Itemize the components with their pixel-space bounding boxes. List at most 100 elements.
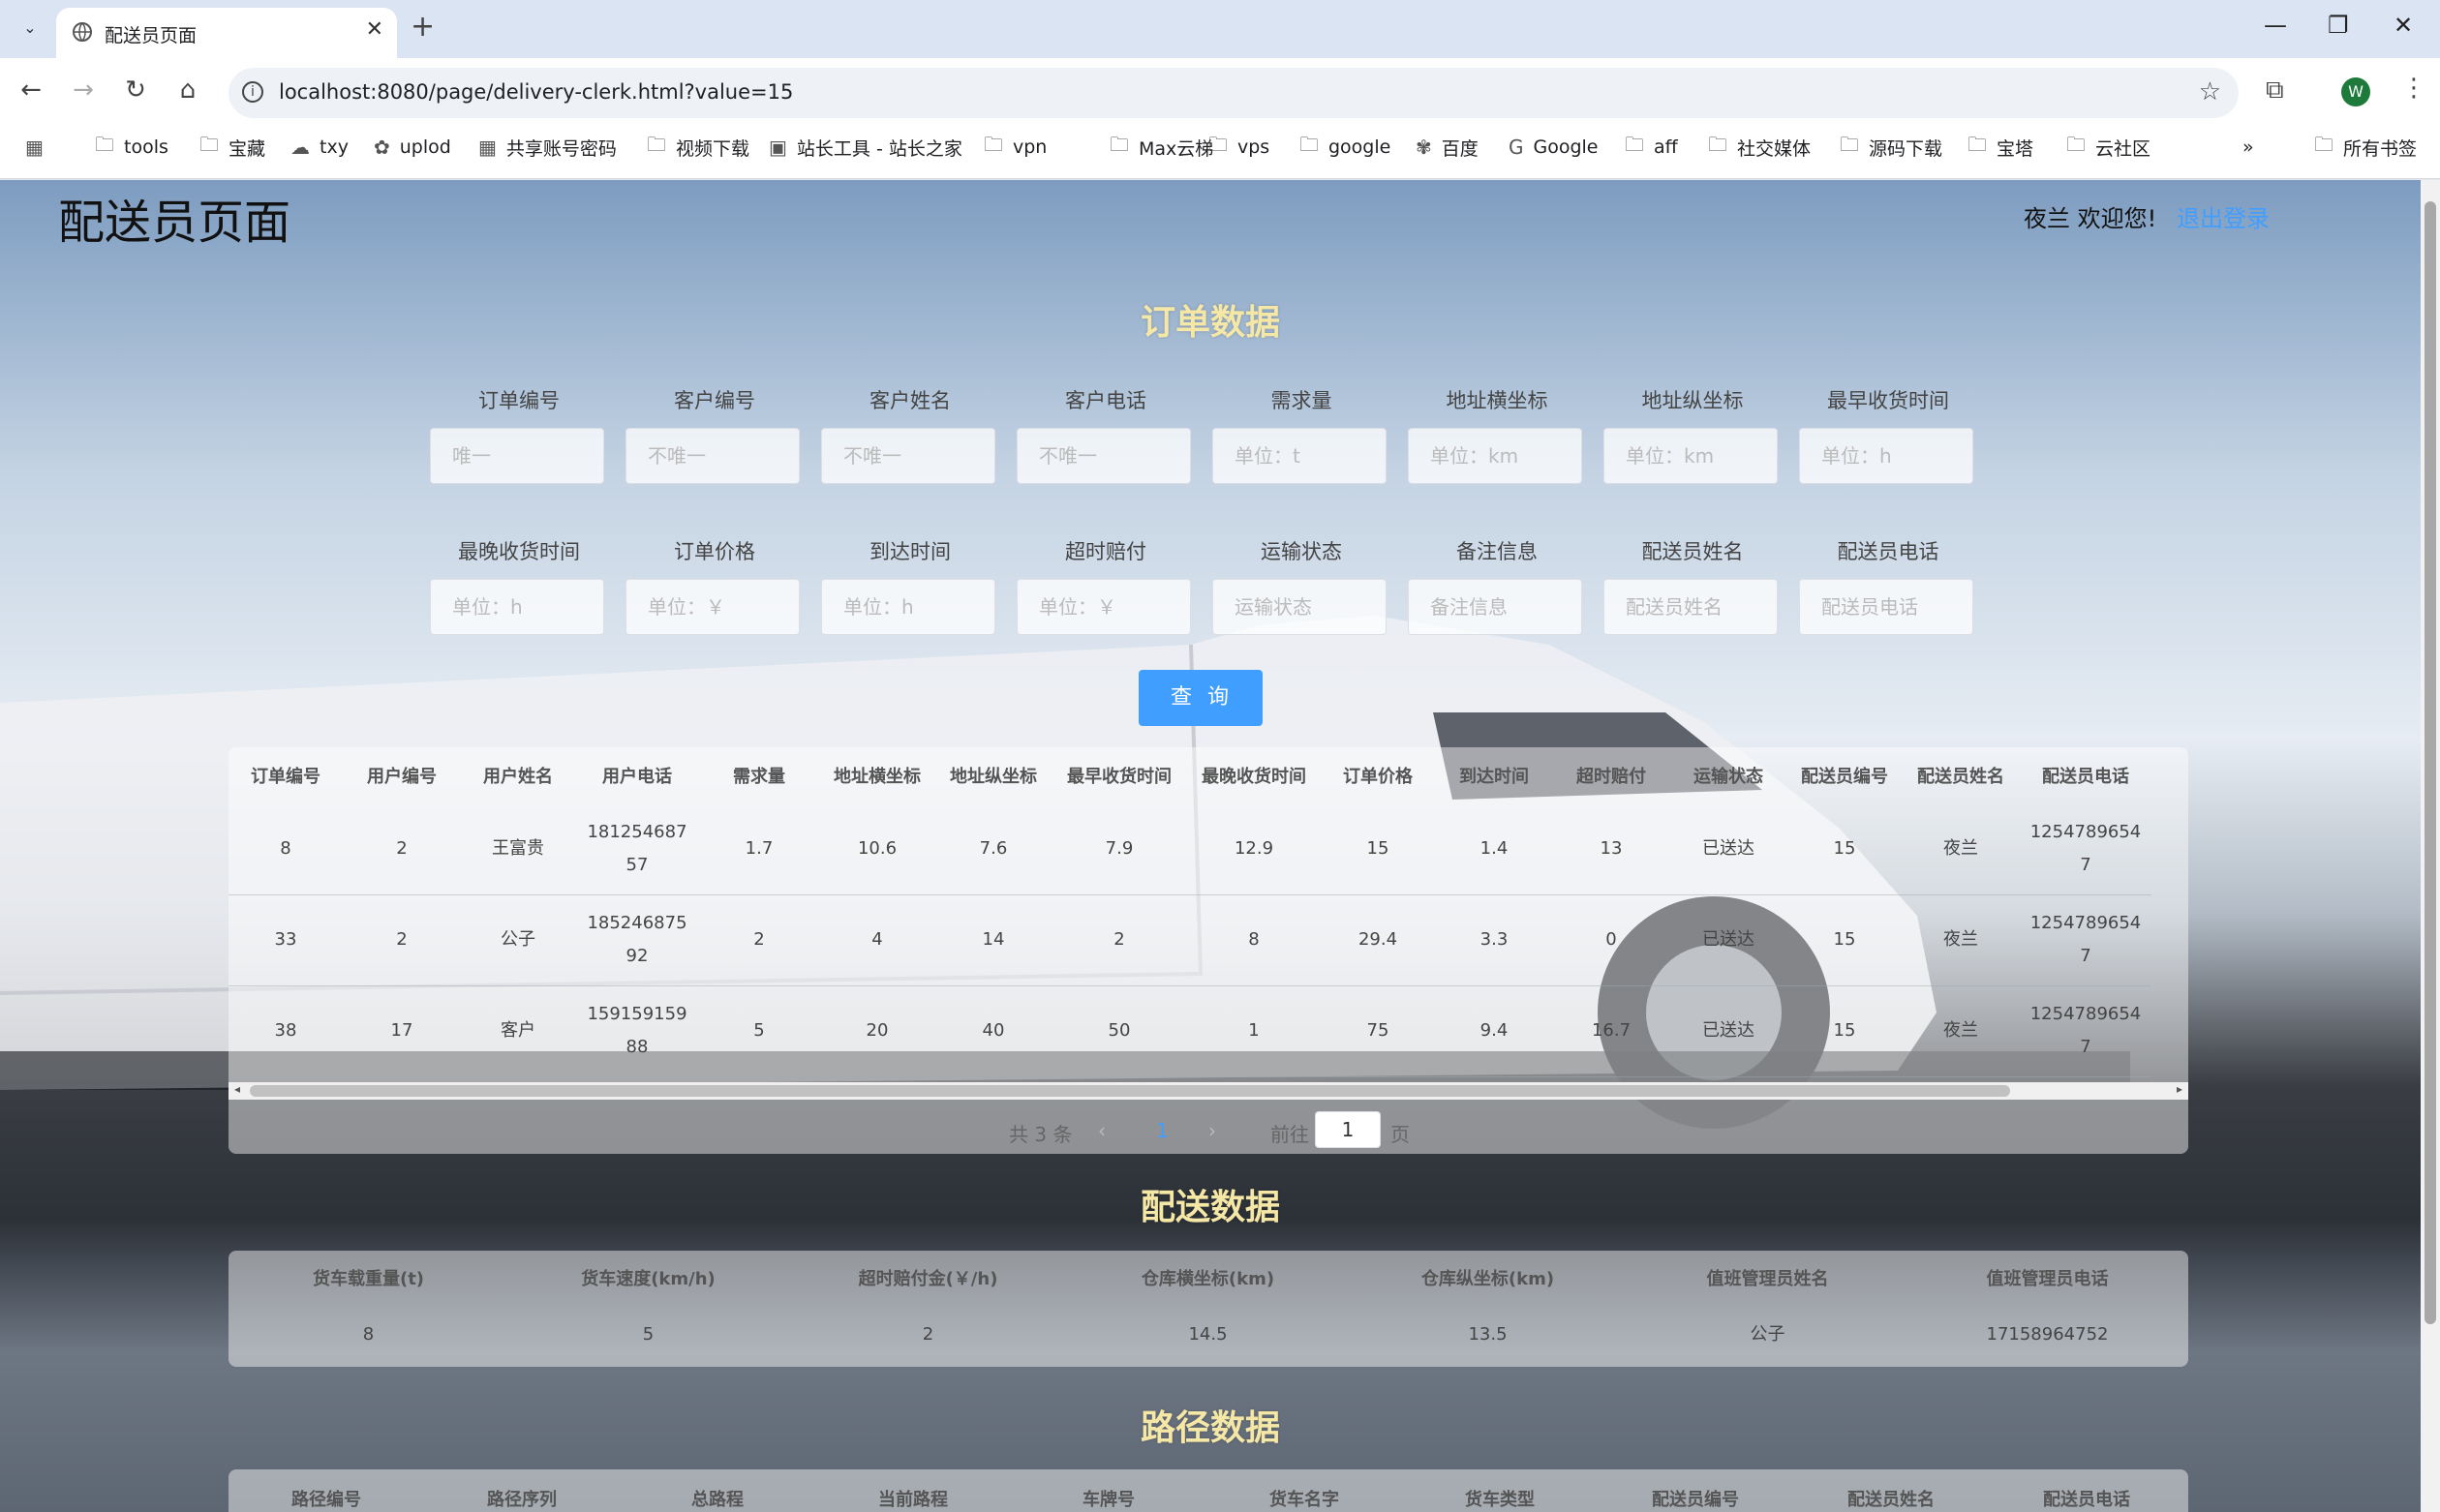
- bookmark-item[interactable]: ▣ 站长工具 - 站长之家: [769, 132, 962, 163]
- address-bar[interactable]: i localhost:8080/page/delivery-clerk.htm…: [229, 68, 2239, 118]
- scroll-right-icon[interactable]: ▸: [2177, 1082, 2182, 1096]
- table-header-cell: 货车载重量(t): [312, 1269, 425, 1289]
- bookmark-item[interactable]: 🗀 宝藏: [199, 132, 265, 163]
- bookmark-star-icon[interactable]: ☆: [2199, 77, 2221, 106]
- minimize-icon[interactable]: —: [2264, 12, 2287, 39]
- table-cell: 15915915988: [575, 985, 699, 1077]
- browser-tab-active[interactable]: 配送员页面 ✕: [56, 8, 397, 58]
- page-number-input[interactable]: 1: [1315, 1111, 1381, 1148]
- table-header-cell: 配送员姓名: [1917, 767, 2004, 787]
- bookmark-item[interactable]: G Google: [1509, 132, 1599, 163]
- close-tab-icon[interactable]: ✕: [366, 17, 383, 42]
- bookmark-item[interactable]: ✾ 百度: [1416, 132, 1479, 163]
- bookmark-item[interactable]: ✿ uplod: [374, 132, 451, 163]
- menu-kebab-icon[interactable]: ⋮: [2401, 74, 2426, 103]
- filter-input[interactable]: 配送员姓名: [1603, 579, 1778, 635]
- site-info-icon[interactable]: i: [242, 81, 263, 103]
- bookmark-item[interactable]: 🗀 宝塔: [1967, 132, 2033, 163]
- bookmark-item[interactable]: ☁ txy: [290, 132, 349, 163]
- filter-input[interactable]: 不唯一: [625, 428, 800, 484]
- bookmark-item[interactable]: 🗀 云社区: [2066, 132, 2150, 163]
- new-tab-icon[interactable]: +: [411, 10, 435, 44]
- table-row[interactable]: 33 2 公子 18524687592 2 4 14 2 8 29.4 3.3 0 已送达 15 夜兰 125…: [229, 894, 2151, 986]
- filter-input[interactable]: 单位：￥: [1017, 579, 1191, 635]
- bookmark-item[interactable]: ▦ 共享账号密码: [478, 132, 617, 163]
- table-row[interactable]: 8 5 2 14.5 13.5 公子 17158964752: [229, 1305, 2187, 1365]
- table-cell: 13.5: [1468, 1324, 1508, 1345]
- table-cell: 2: [922, 1324, 934, 1345]
- window-close-icon[interactable]: ✕: [2394, 12, 2413, 39]
- table-cell: 夜兰: [1902, 985, 2020, 1077]
- horizontal-scrollbar[interactable]: ◂ ▸: [229, 1082, 2188, 1100]
- scroll-left-icon[interactable]: ◂: [234, 1082, 240, 1096]
- table-row[interactable]: 38 17 客户 15915915988 5 20 40 50 1 75 9.4 16.7 已送达 15 夜…: [229, 985, 2151, 1077]
- bookmark-icon: 🗀: [984, 133, 1003, 156]
- home-icon[interactable]: ⌂: [172, 76, 203, 105]
- restore-icon[interactable]: ❐: [2328, 12, 2349, 39]
- logout-link[interactable]: 退出登录: [2177, 199, 2270, 233]
- apps-grid-icon[interactable]: ▦: [25, 132, 53, 163]
- all-bookmarks[interactable]: 🗀 所有书签: [2314, 132, 2417, 163]
- table-cell: 8: [362, 1324, 375, 1345]
- bookmark-item[interactable]: 🗀 源码下载: [1840, 132, 1942, 163]
- filter-input[interactable]: 备注信息: [1408, 579, 1582, 635]
- filter-label: 需求量: [1270, 389, 1332, 412]
- filter-input[interactable]: 唯一: [430, 428, 604, 484]
- filter-input[interactable]: 运输状态: [1212, 579, 1387, 635]
- table-cell: 18524687592: [575, 894, 699, 986]
- scrollbar-thumb[interactable]: [2425, 201, 2436, 1324]
- prev-page-icon[interactable]: ‹: [1098, 1119, 1106, 1142]
- pager-current[interactable]: 1: [1156, 1119, 1169, 1142]
- table-header-cell: 总路程: [691, 1490, 744, 1510]
- back-icon[interactable]: ←: [15, 76, 46, 105]
- filter-label: 地址纵坐标: [1641, 389, 1744, 412]
- profile-avatar[interactable]: W: [2341, 77, 2370, 106]
- bookmark-icon: 🗀: [1625, 133, 1644, 156]
- table-cell: 14.5: [1188, 1324, 1228, 1345]
- bookmark-item[interactable]: 🗀 aff: [1625, 132, 1678, 163]
- table-header-cell: 超时赔付金(￥/h): [858, 1269, 998, 1289]
- bookmark-label: 云社区: [2095, 137, 2151, 160]
- table-header-cell: 超时赔付: [1576, 767, 1646, 787]
- table-row[interactable]: 8 2 王富贵 18125468757 1.7 10.6 7.6 7.9 12.9 15 1.4 13…: [229, 803, 2151, 895]
- bookmark-icon: ✿: [374, 136, 390, 159]
- filter-label: 客户电话: [1065, 389, 1146, 412]
- bookmark-item[interactable]: 🗀 tools: [95, 132, 168, 163]
- bookmark-item[interactable]: 🗀 vps: [1208, 132, 1269, 163]
- bookmark-item[interactable]: 🗀 视频下载: [647, 132, 749, 163]
- query-button[interactable]: 查询: [1139, 670, 1263, 726]
- scrollbar-thumb[interactable]: [250, 1085, 2010, 1097]
- filter-input[interactable]: 不唯一: [1017, 428, 1191, 484]
- filter-input[interactable]: 单位：km: [1408, 428, 1582, 484]
- filter-input[interactable]: 不唯一: [821, 428, 995, 484]
- bookmark-icon: ✾: [1416, 136, 1432, 159]
- forward-icon[interactable]: →: [68, 76, 99, 105]
- table-cell: 4: [819, 894, 935, 986]
- filter-input[interactable]: 单位：t: [1212, 428, 1387, 484]
- filter-input[interactable]: 单位：km: [1603, 428, 1778, 484]
- bookmark-label: tools: [124, 136, 168, 158]
- bookmark-item[interactable]: 🗀 vpn: [984, 132, 1047, 163]
- filter-input[interactable]: 配送员电话: [1799, 579, 1973, 635]
- url-text[interactable]: localhost:8080/page/delivery-clerk.html?…: [279, 80, 793, 104]
- table-header-cell: 配送员编号: [1652, 1490, 1739, 1510]
- filter-label: 订单编号: [478, 389, 560, 412]
- filter-input[interactable]: 单位：h: [821, 579, 995, 635]
- extensions-icon[interactable]: ⧉: [2266, 76, 2284, 106]
- bookmark-item[interactable]: 🗀 Max云梯: [1110, 132, 1213, 163]
- filter-input[interactable]: 单位：h: [430, 579, 604, 635]
- tab-search-chevron-icon[interactable]: ⌄: [17, 15, 43, 41]
- table-cell: 已送达: [1669, 985, 1787, 1077]
- table-header-cell: 需求量: [733, 767, 785, 787]
- next-page-icon[interactable]: ›: [1208, 1119, 1216, 1142]
- table-cell: 5: [642, 1324, 655, 1345]
- table-cell: 1.7: [699, 803, 819, 895]
- bookmarks-more-icon[interactable]: »: [2242, 132, 2254, 163]
- bookmark-item[interactable]: 🗀 google: [1299, 132, 1390, 163]
- vertical-scrollbar[interactable]: [2421, 180, 2440, 1512]
- reload-icon[interactable]: ↻: [120, 76, 151, 105]
- filter-input[interactable]: 单位：￥: [625, 579, 800, 635]
- filter-input[interactable]: 单位：h: [1799, 428, 1973, 484]
- bookmark-item[interactable]: 🗀 社交媒体: [1708, 132, 1811, 163]
- filter-label: 最晚收货时间: [458, 540, 580, 563]
